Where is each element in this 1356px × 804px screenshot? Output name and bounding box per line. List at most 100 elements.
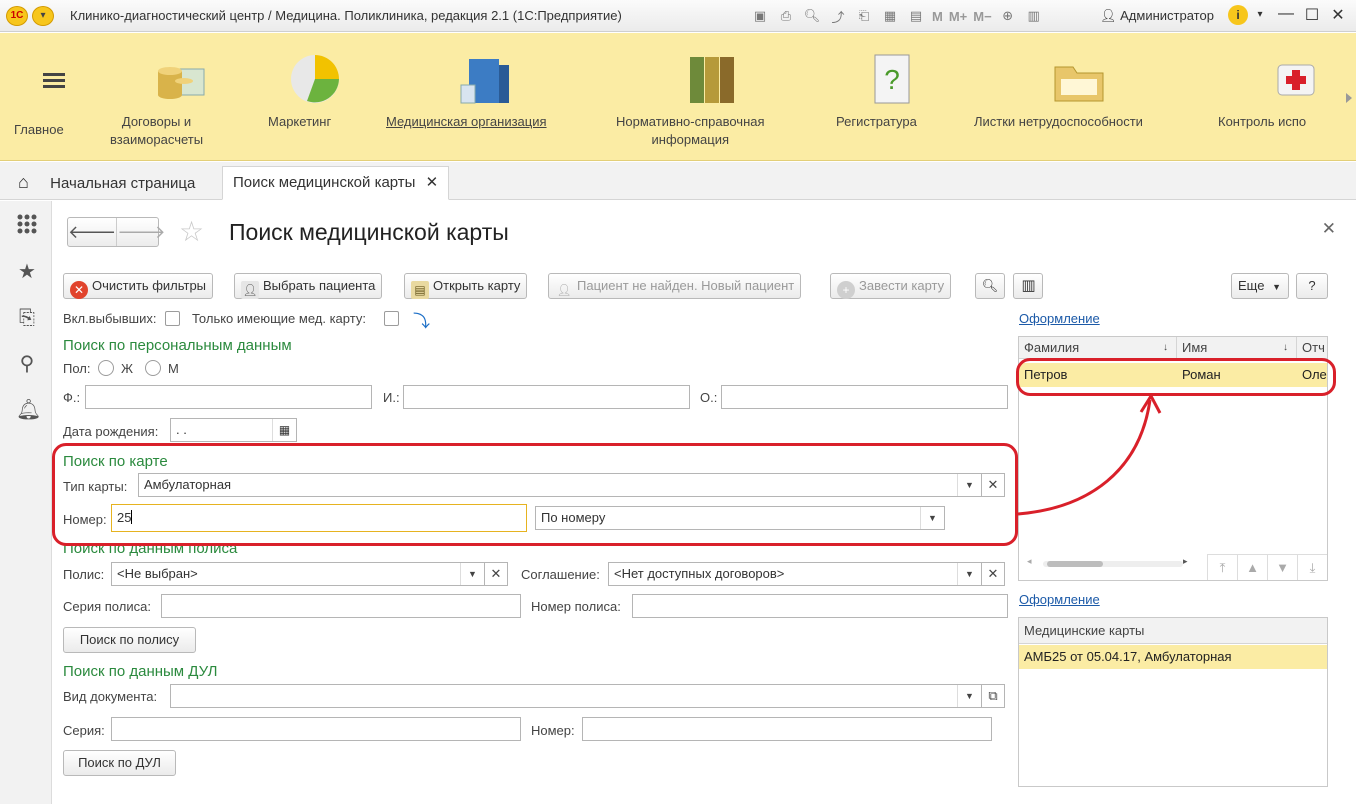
print-icon[interactable]: ⎙	[776, 6, 796, 26]
panels-icon[interactable]: ▥	[1024, 6, 1044, 26]
minimize-icon[interactable]: —	[1276, 5, 1296, 25]
card-type-field[interactable]: Амбулаторная ▼	[138, 473, 982, 497]
table-row[interactable]: Петров Роман Оле	[1019, 363, 1327, 387]
section-marketing[interactable]: Маркетинг	[268, 33, 362, 161]
preview-icon[interactable]: 🔍︎	[802, 6, 822, 26]
section-contracts[interactable]: Договоры и взаиморасчеты	[110, 33, 250, 161]
policy-dropdown-icon[interactable]: ▼	[460, 563, 484, 585]
include-dropped-checkbox[interactable]	[165, 311, 180, 326]
find-icon: 🔍︎	[981, 278, 999, 293]
card-type-dropdown-icon[interactable]: ▼	[957, 474, 981, 496]
only-with-card-checkbox[interactable]	[384, 311, 399, 326]
doc-type-label: Вид документа:	[63, 689, 158, 704]
notifications-bell-icon[interactable]: 🔔︎	[16, 399, 41, 421]
calendar-icon[interactable]: ▤	[906, 6, 926, 26]
dul-number-field[interactable]	[582, 717, 992, 741]
move-down-icon[interactable]: ▼	[1267, 555, 1297, 580]
move-up-icon[interactable]: ▲	[1237, 555, 1267, 580]
choose-patient-button[interactable]: 👤︎ Выбрать пациента	[234, 273, 383, 299]
doc-type-field[interactable]: ▼	[170, 684, 982, 708]
memory-button[interactable]: M	[932, 9, 943, 24]
move-last-icon[interactable]: ⤓	[1297, 555, 1327, 580]
section-sick-leaves[interactable]: Листки нетрудоспособности	[974, 33, 1184, 161]
forward-arrow-icon[interactable]: 🡒	[116, 218, 166, 246]
policy-number-field[interactable]	[632, 594, 1008, 618]
tab-search-card[interactable]: Поиск медицинской карты ✕	[222, 166, 450, 200]
search-mode-dropdown-icon[interactable]: ▼	[920, 507, 944, 529]
section-control[interactable]: Контроль испо	[1210, 33, 1336, 161]
table-row[interactable]: АМБ25 от 05.04.17, Амбулаторная	[1019, 645, 1327, 669]
main-menu-icon[interactable]: ▾	[32, 6, 54, 26]
column-surname[interactable]: Фамилия ↓	[1019, 337, 1177, 359]
agreement-dropdown-icon[interactable]: ▼	[957, 563, 981, 585]
current-user[interactable]: 👤︎ Администратор	[1100, 8, 1214, 24]
close-tab-icon[interactable]: ✕	[426, 174, 439, 191]
card-type-clear-button[interactable]: ✕	[981, 473, 1005, 497]
help-button[interactable]: ?	[1296, 273, 1328, 299]
agreement-clear-button[interactable]: ✕	[981, 562, 1005, 586]
sex-male-radio[interactable]	[145, 360, 161, 376]
section-registry[interactable]: ? Регистратура	[836, 33, 946, 161]
info-dropdown-icon[interactable]: ▾	[1250, 5, 1270, 25]
policy-number-label: Номер полиса:	[531, 599, 621, 614]
info-icon[interactable]: i	[1228, 5, 1248, 25]
clear-filters-button[interactable]: ✕ Очистить фильтры	[63, 273, 214, 299]
doc-type-open-button[interactable]: ⧉	[981, 684, 1005, 708]
calculator-icon[interactable]: ▦	[880, 6, 900, 26]
column-patronymic[interactable]: Отч	[1297, 337, 1327, 359]
new-patient-button[interactable]: 👤︎ Пациент не найден. Новый пациент	[548, 273, 802, 299]
link-icon[interactable]: ⤴	[828, 6, 848, 26]
policy-clear-button[interactable]: ✕	[484, 562, 508, 586]
sex-female-radio[interactable]	[98, 360, 114, 376]
patronymic-field[interactable]	[721, 385, 1008, 409]
move-first-icon[interactable]: ⤒	[1207, 555, 1237, 580]
policy-series-field[interactable]	[161, 594, 521, 618]
memory-plus-button[interactable]: M+	[949, 9, 967, 24]
agreement-field[interactable]: <Нет доступных договоров> ▼	[608, 562, 982, 586]
refresh-arrow-icon[interactable]: ⤵	[413, 307, 430, 332]
calendar-icon[interactable]: ▦	[272, 419, 296, 441]
more-button[interactable]: Еще ▼	[1231, 273, 1289, 299]
zoom-icon[interactable]: ⊕	[998, 6, 1018, 26]
horizontal-scrollbar[interactable]: ◂ ▸	[1027, 556, 1197, 570]
close-form-icon[interactable]: ✕	[1322, 219, 1336, 239]
close-window-icon[interactable]: ✕	[1328, 5, 1348, 25]
policy-field[interactable]: <Не выбран> ▼	[111, 562, 485, 586]
birth-date-field[interactable]: . . ▦	[170, 418, 297, 442]
barcode-button[interactable]: ▥	[1013, 273, 1043, 299]
section-main[interactable]: Главное	[14, 33, 94, 161]
back-arrow-icon[interactable]: 🡐	[68, 218, 116, 246]
binders-icon	[690, 57, 734, 103]
open-card-button[interactable]: ▤ Открыть карту	[404, 273, 528, 299]
column-medical-cards[interactable]: Медицинские карты	[1019, 618, 1327, 644]
save-icon[interactable]: ▣	[750, 6, 770, 26]
search-by-policy-button[interactable]: Поиск по полису	[63, 627, 196, 653]
find-in-list-button[interactable]: 🔍︎	[975, 273, 1005, 299]
app-logo[interactable]: 1С	[6, 6, 28, 26]
column-name[interactable]: Имя ↓	[1177, 337, 1297, 359]
search-mode-select[interactable]: По номеру ▼	[535, 506, 945, 530]
name-field[interactable]	[403, 385, 690, 409]
section-reference-info[interactable]: Нормативно-справочная информация	[616, 33, 808, 161]
maximize-icon[interactable]: ☐	[1302, 5, 1322, 25]
search-icon[interactable]: ⚲	[16, 353, 38, 375]
sections-scroll-right-icon[interactable]	[1346, 93, 1352, 103]
favorites-star-icon[interactable]: ★	[16, 261, 38, 283]
appearance-link-1[interactable]: Оформление	[1019, 311, 1100, 326]
clear-icon: ✕	[70, 281, 88, 299]
favorite-star-icon[interactable]: ☆	[179, 215, 204, 248]
print-settings-icon[interactable]: ⎗	[854, 6, 874, 26]
card-number-field[interactable]: 25	[111, 504, 527, 532]
medical-cards-header: Медицинские карты	[1019, 618, 1327, 644]
search-by-dul-button[interactable]: Поиск по ДУЛ	[63, 750, 176, 776]
history-icon[interactable]: ⎘	[16, 307, 38, 329]
add-card-button[interactable]: + Завести карту	[830, 273, 952, 299]
section-medical-organization[interactable]: Медицинская организация	[386, 33, 588, 161]
surname-field[interactable]	[85, 385, 372, 409]
dul-series-field[interactable]	[111, 717, 521, 741]
appearance-link-2[interactable]: Оформление	[1019, 592, 1100, 607]
tab-home[interactable]: ⌂ Начальная страница	[8, 166, 205, 200]
memory-minus-button[interactable]: M−	[973, 9, 991, 24]
apps-grid-icon[interactable]	[16, 213, 38, 235]
doc-type-dropdown-icon[interactable]: ▼	[957, 685, 981, 707]
